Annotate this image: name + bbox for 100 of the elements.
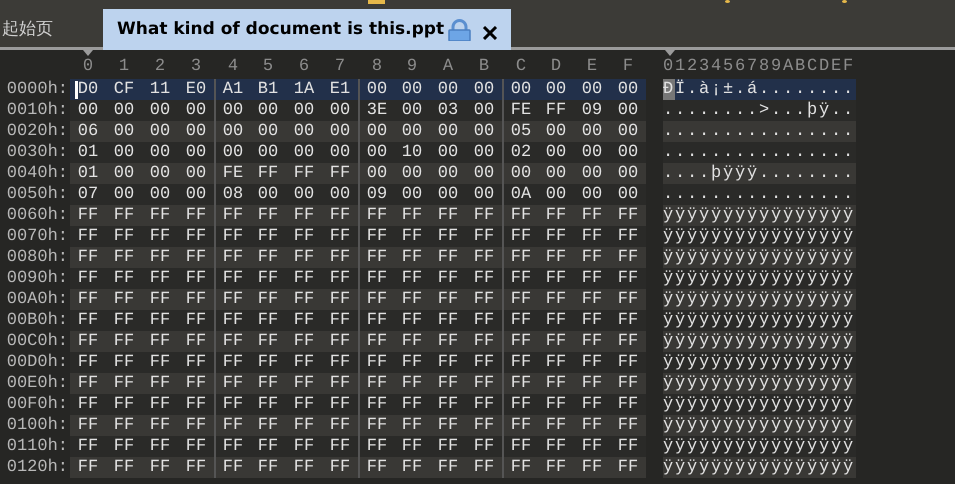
hex-byte[interactable]: FF	[510, 227, 532, 246]
hex-byte[interactable]: FF	[150, 206, 170, 225]
hex-byte[interactable]: FF	[366, 311, 388, 330]
hex-byte[interactable]: FF	[78, 227, 98, 246]
hex-byte[interactable]: FF	[438, 416, 458, 435]
hex-byte[interactable]: FF	[582, 353, 602, 372]
hex-byte[interactable]: FF	[510, 206, 532, 225]
hex-byte[interactable]: FF	[546, 311, 566, 330]
hex-byte[interactable]: 00	[474, 185, 494, 204]
hex-byte[interactable]: 02	[510, 143, 532, 162]
hex-byte[interactable]: FF	[618, 374, 638, 393]
hex-byte[interactable]: FF	[582, 374, 602, 393]
hex-byte[interactable]: 00	[330, 122, 350, 141]
hex-byte[interactable]: FF	[294, 458, 314, 477]
hex-byte[interactable]: FF	[186, 311, 206, 330]
hex-byte[interactable]: FF	[330, 458, 350, 477]
hex-byte[interactable]: FF	[438, 353, 458, 372]
hex-byte[interactable]: FF	[258, 206, 278, 225]
hex-byte[interactable]: FF	[186, 458, 206, 477]
hex-byte[interactable]: FF	[366, 290, 388, 309]
hex-byte[interactable]: FF	[618, 332, 638, 351]
ascii-text[interactable]: ................	[663, 185, 856, 204]
hex-byte[interactable]: 00	[186, 101, 206, 120]
hex-byte[interactable]: 01	[78, 164, 98, 183]
hex-byte[interactable]: FF	[186, 332, 206, 351]
hex-byte[interactable]: FF	[114, 290, 134, 309]
hex-byte[interactable]: 00	[402, 101, 422, 120]
ascii-text[interactable]: ÿÿÿÿÿÿÿÿÿÿÿÿÿÿÿÿ	[663, 290, 856, 309]
hex-byte[interactable]: 00	[294, 122, 314, 141]
hex-byte[interactable]: FF	[474, 353, 494, 372]
hex-byte[interactable]: E0	[186, 80, 206, 99]
hex-byte[interactable]: FF	[582, 311, 602, 330]
hex-byte[interactable]: FF	[78, 458, 98, 477]
hex-byte[interactable]: FF	[510, 374, 532, 393]
hex-byte[interactable]: FF	[258, 353, 278, 372]
hex-byte[interactable]: FF	[618, 269, 638, 288]
hex-byte[interactable]: FF	[474, 269, 494, 288]
hex-byte[interactable]: FF	[78, 290, 98, 309]
hex-byte[interactable]: FF	[78, 332, 98, 351]
hex-byte[interactable]: FF	[546, 395, 566, 414]
hex-byte[interactable]: FF	[474, 395, 494, 414]
hex-byte[interactable]: FF	[402, 227, 422, 246]
hex-byte[interactable]: FF	[510, 416, 532, 435]
hex-byte[interactable]: 00	[546, 185, 566, 204]
hex-byte[interactable]: FF	[546, 458, 566, 477]
hex-byte[interactable]: 00	[114, 101, 134, 120]
hex-byte[interactable]: FF	[618, 227, 638, 246]
hex-byte[interactable]: FF	[546, 269, 566, 288]
hex-byte[interactable]: FF	[258, 248, 278, 267]
hex-byte[interactable]: FF	[150, 290, 170, 309]
hex-byte[interactable]: 3E	[366, 101, 388, 120]
hex-byte[interactable]: 00	[330, 185, 350, 204]
hex-byte[interactable]: FF	[78, 437, 98, 456]
hex-byte[interactable]: 00	[186, 122, 206, 141]
tab[interactable]: 起始页	[0, 10, 55, 50]
hex-byte[interactable]: 00	[510, 80, 532, 99]
hex-byte[interactable]: FF	[258, 290, 278, 309]
hex-byte[interactable]: FF	[186, 353, 206, 372]
hex-byte[interactable]: FF	[258, 374, 278, 393]
hex-byte[interactable]: FF	[294, 416, 314, 435]
hex-byte[interactable]: D0	[78, 80, 98, 99]
hex-byte[interactable]: FF	[618, 416, 638, 435]
hex-byte[interactable]: 00	[330, 101, 350, 120]
hex-byte[interactable]: FF	[582, 206, 602, 225]
hex-byte[interactable]: FF	[510, 332, 532, 351]
ascii-text[interactable]: ÿÿÿÿÿÿÿÿÿÿÿÿÿÿÿÿ	[663, 227, 856, 246]
hex-byte[interactable]: 00	[546, 80, 566, 99]
hex-byte[interactable]: 10	[402, 143, 422, 162]
hex-byte[interactable]: FF	[366, 248, 388, 267]
hex-byte[interactable]: FF	[222, 248, 244, 267]
hex-byte[interactable]: FF	[618, 206, 638, 225]
hex-byte[interactable]: 1A	[294, 80, 314, 99]
hex-byte[interactable]: FF	[258, 332, 278, 351]
hex-byte[interactable]: 00	[618, 101, 638, 120]
hex-byte[interactable]: FF	[330, 227, 350, 246]
hex-byte[interactable]: FF	[294, 437, 314, 456]
hex-byte[interactable]: 00	[186, 143, 206, 162]
hex-byte[interactable]: FF	[402, 290, 422, 309]
hex-byte[interactable]: 08	[222, 185, 244, 204]
hex-byte[interactable]: 09	[582, 101, 602, 120]
hex-byte[interactable]: FF	[582, 416, 602, 435]
hex-byte[interactable]: FF	[330, 290, 350, 309]
hex-byte[interactable]: FF	[546, 332, 566, 351]
hex-byte[interactable]: 00	[186, 185, 206, 204]
hex-byte[interactable]: FF	[222, 206, 244, 225]
hex-byte[interactable]: 00	[402, 185, 422, 204]
hex-byte[interactable]: FF	[78, 269, 98, 288]
hex-byte[interactable]: 00	[150, 185, 170, 204]
hex-byte[interactable]: FF	[366, 227, 388, 246]
hex-byte[interactable]: 00	[510, 164, 532, 183]
hex-byte[interactable]: FF	[330, 311, 350, 330]
hex-byte[interactable]: FF	[222, 437, 244, 456]
hex-byte[interactable]: FF	[366, 437, 388, 456]
hex-byte[interactable]: FF	[582, 458, 602, 477]
hex-byte[interactable]: 00	[474, 143, 494, 162]
hex-byte[interactable]: 09	[366, 185, 388, 204]
hex-byte[interactable]: FF	[186, 437, 206, 456]
hex-byte[interactable]: 00	[546, 122, 566, 141]
ascii-text[interactable]: ÿÿÿÿÿÿÿÿÿÿÿÿÿÿÿÿ	[663, 248, 856, 267]
hex-byte[interactable]: FF	[222, 353, 244, 372]
